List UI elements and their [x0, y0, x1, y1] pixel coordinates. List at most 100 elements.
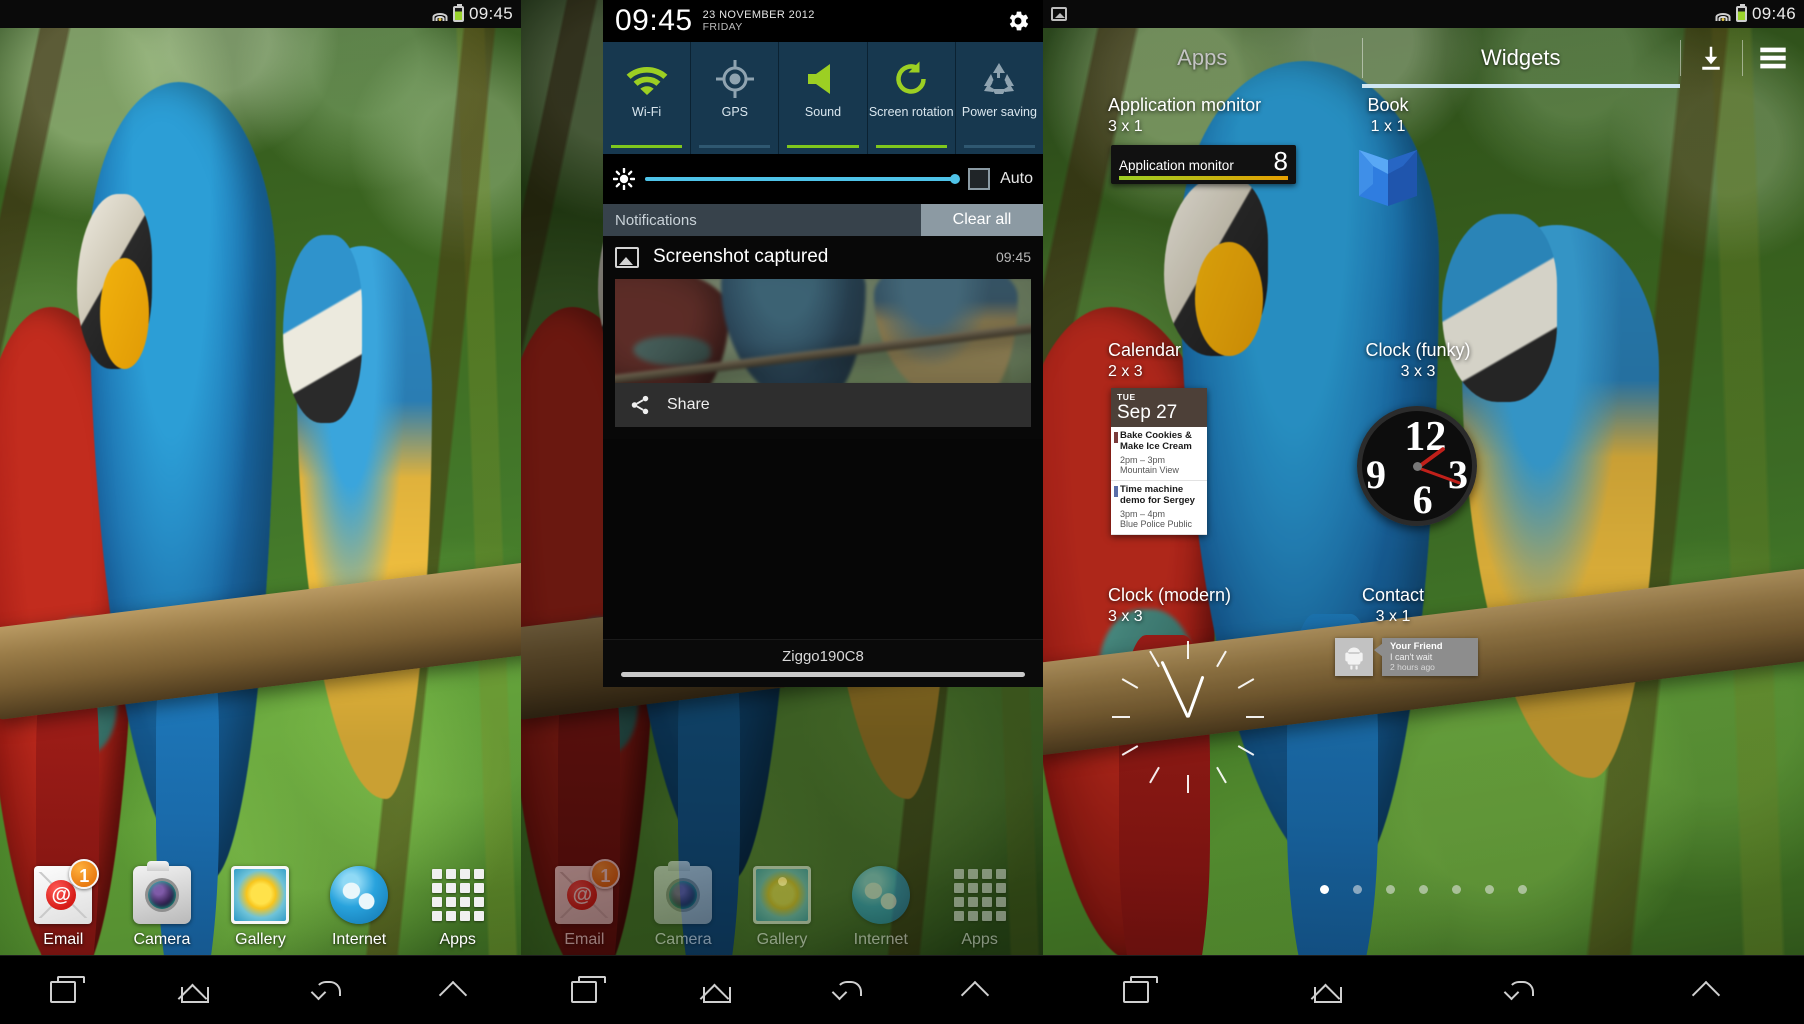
- page-dot[interactable]: [1485, 885, 1494, 894]
- toggle-power-saving[interactable]: Power saving: [955, 42, 1043, 154]
- apps-grid-icon[interactable]: [429, 866, 487, 924]
- contact-name: Your Friend: [1390, 641, 1443, 652]
- gallery-icon[interactable]: [231, 866, 290, 924]
- dock-label-internet: Internet: [853, 931, 908, 948]
- clock-number-3: 3: [1448, 451, 1468, 497]
- back-icon[interactable]: [1484, 965, 1554, 1015]
- dock-item-gallery[interactable]: Gallery: [736, 866, 828, 949]
- dock-item-camera[interactable]: Camera: [637, 861, 729, 949]
- toggle-state-screen-rotation: [875, 145, 947, 148]
- auto-brightness-checkbox[interactable]: [968, 168, 991, 190]
- dock-item-internet[interactable]: Internet: [313, 866, 405, 949]
- share-label: Share: [667, 396, 710, 413]
- dock-item-camera[interactable]: Camera: [116, 861, 208, 949]
- notification-item[interactable]: Screenshot captured 09:45 Share: [603, 236, 1043, 439]
- toggle-label-power-saving: Power saving: [961, 105, 1037, 119]
- toggle-state-sound: [787, 145, 859, 148]
- calendar-event-place: Blue Police Public: [1120, 518, 1193, 529]
- apps-grid-icon[interactable]: [951, 866, 1009, 924]
- toggle-sound[interactable]: Sound: [779, 42, 868, 154]
- camera-icon[interactable]: [132, 861, 191, 924]
- home-icon[interactable]: [682, 965, 752, 1015]
- home-icon[interactable]: [160, 965, 230, 1015]
- collapse-icon[interactable]: [943, 965, 1013, 1015]
- contact-message-age: 2 hours ago: [1390, 662, 1435, 672]
- widget-preview-clock-funky[interactable]: 12 3 6 9: [1357, 406, 1477, 526]
- page-dot[interactable]: [1353, 885, 1362, 894]
- widget-preview-application-monitor[interactable]: Application monitor 8: [1111, 145, 1296, 185]
- app-monitor-title: Application monitor: [1119, 158, 1234, 173]
- dock-label-apps: Apps: [439, 931, 476, 948]
- brightness-slider[interactable]: [645, 174, 961, 184]
- home-screen-panel: 09:45 @ 1 Email Camera Gallery Internet …: [0, 0, 521, 1024]
- dock-item-apps[interactable]: Apps: [934, 866, 1026, 949]
- dock-item-internet[interactable]: Internet: [835, 866, 927, 949]
- battery-icon: [1735, 4, 1747, 22]
- page-dot[interactable]: [1452, 885, 1461, 894]
- toggle-state-gps: [699, 145, 771, 148]
- widget-preview-calendar[interactable]: TUE Sep 27 Bake Cookies & Make Ice Cream…: [1111, 388, 1207, 535]
- dock-label-camera: Camera: [133, 931, 191, 948]
- dock-item-apps[interactable]: Apps: [412, 866, 504, 949]
- recycle-icon: [979, 55, 1019, 103]
- recent-apps-icon[interactable]: [551, 965, 621, 1015]
- widget-preview-contact[interactable]: Your Friend I can't wait 2 hours ago: [1335, 638, 1478, 676]
- navigation-bar: [0, 955, 521, 1024]
- page-dot[interactable]: [1386, 885, 1395, 894]
- internet-icon[interactable]: [330, 866, 389, 924]
- notification-thumbnail[interactable]: [615, 279, 1031, 383]
- widget-preview-clock-modern[interactable]: [1105, 633, 1270, 798]
- home-icon[interactable]: [1293, 965, 1363, 1015]
- wifi-icon: [432, 8, 448, 21]
- widgets-top-bar: Apps Widgets: [1043, 28, 1804, 88]
- status-bar-clock: 09:45: [468, 4, 513, 23]
- recent-apps-icon[interactable]: [1103, 965, 1173, 1015]
- notification-share-action[interactable]: Share: [615, 383, 1031, 427]
- toggle-gps[interactable]: GPS: [691, 42, 780, 154]
- internet-icon[interactable]: [851, 866, 910, 924]
- tab-widgets[interactable]: Widgets: [1361, 28, 1680, 88]
- clock-number-12: 12: [1404, 414, 1447, 460]
- toggle-wifi[interactable]: Wi-Fi: [603, 42, 692, 154]
- widget-label-book: Book 1 x 1: [1367, 95, 1409, 135]
- dock-item-email[interactable]: @ 1 Email: [538, 859, 630, 949]
- wifi-icon: [625, 55, 669, 103]
- shade-drag-handle[interactable]: [621, 672, 1025, 677]
- collapse-icon[interactable]: [421, 965, 491, 1015]
- collapse-icon[interactable]: [1674, 965, 1744, 1015]
- camera-icon[interactable]: [654, 861, 713, 924]
- speaker-icon: [804, 55, 842, 103]
- auto-brightness-label: Auto: [1000, 170, 1033, 187]
- dock-item-gallery[interactable]: Gallery: [214, 866, 306, 949]
- toggle-screen-rotation[interactable]: Screen rotation: [867, 42, 956, 154]
- toggle-label-gps: GPS: [721, 105, 748, 119]
- battery-icon: [452, 4, 464, 22]
- download-button[interactable]: [1680, 28, 1742, 88]
- widgets-picker-panel: 09:46 Apps Widgets Application monitor 3…: [1043, 0, 1804, 1024]
- tab-apps[interactable]: Apps: [1043, 28, 1362, 88]
- page-dot[interactable]: [1419, 885, 1428, 894]
- email-icon[interactable]: @ 1: [555, 859, 621, 924]
- menu-button[interactable]: [1742, 28, 1804, 88]
- email-icon[interactable]: @ 1: [34, 859, 100, 924]
- back-icon[interactable]: [291, 965, 361, 1015]
- calendar-header: TUE Sep 27: [1111, 388, 1207, 427]
- widget-preview-book[interactable]: [1351, 146, 1425, 210]
- picker-tabs: Apps Widgets: [1043, 28, 1680, 88]
- dock-item-email[interactable]: @ 1 Email: [17, 859, 109, 949]
- navigation-bar: [521, 955, 1043, 1024]
- calendar-date: Sep 27: [1117, 402, 1178, 423]
- recent-apps-icon[interactable]: [30, 965, 100, 1015]
- dock-label-email: Email: [564, 931, 605, 948]
- wifi-network-row[interactable]: Ziggo190C8: [603, 639, 1043, 687]
- clear-all-button[interactable]: Clear all: [921, 204, 1043, 236]
- page-dot[interactable]: [1320, 885, 1329, 894]
- page-dot[interactable]: [1518, 885, 1527, 894]
- widgets-grid: Application monitor 3 x 1 Application mo…: [1043, 88, 1804, 1024]
- clock-number-6: 6: [1412, 477, 1433, 522]
- notifications-header: Notifications Clear all: [603, 204, 1043, 236]
- back-icon[interactable]: [812, 965, 882, 1015]
- status-bar: [521, 0, 1043, 28]
- dock-label-gallery: Gallery: [235, 931, 286, 948]
- gallery-icon[interactable]: [752, 866, 811, 924]
